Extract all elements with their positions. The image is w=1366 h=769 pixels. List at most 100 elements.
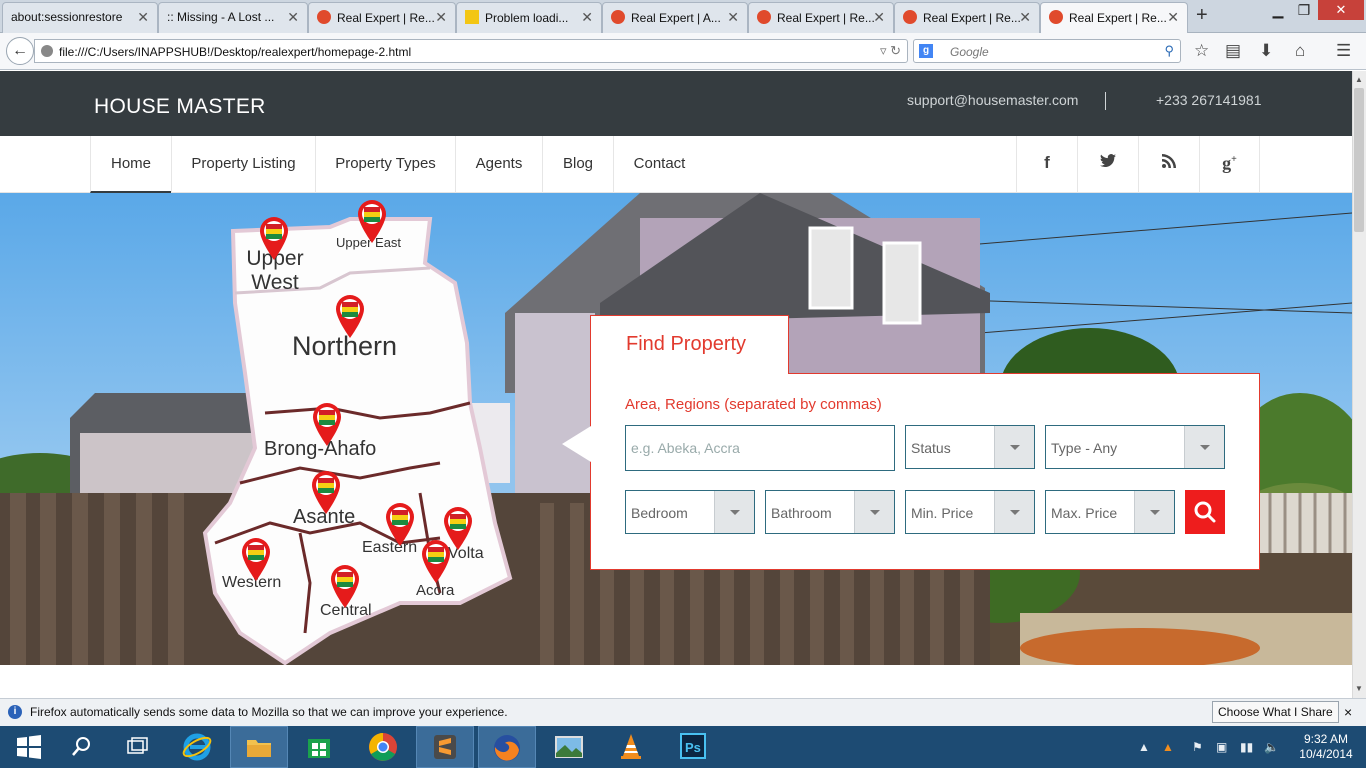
menu-icon[interactable]: ☰ xyxy=(1336,41,1351,61)
browser-tab[interactable]: Problem loadi... ✕ xyxy=(456,2,602,33)
vlc-tray-icon[interactable]: ▲ xyxy=(1162,740,1174,754)
close-tab-icon[interactable]: ✕ xyxy=(1019,9,1031,26)
tab-title: Problem loadi... xyxy=(485,11,569,25)
max-price-select[interactable]: Max. Price xyxy=(1045,490,1175,534)
close-tab-icon[interactable]: ✕ xyxy=(287,9,299,26)
vlc-icon[interactable] xyxy=(602,726,660,768)
map-pin-icon[interactable] xyxy=(240,536,272,582)
scrollbar-thumb[interactable] xyxy=(1354,88,1364,232)
internet-explorer-icon[interactable] xyxy=(168,726,226,768)
nav-blog[interactable]: Blog xyxy=(542,136,613,193)
minimize-icon[interactable]: ▁ xyxy=(1264,2,1292,19)
nav-property-listing[interactable]: Property Listing xyxy=(171,136,315,193)
flag-icon[interactable]: ⚑ xyxy=(1192,740,1203,754)
scroll-down-icon[interactable]: ▼ xyxy=(1355,684,1363,693)
browser-tab-active[interactable]: Real Expert | Re... ✕ xyxy=(1040,2,1188,34)
bathroom-select[interactable]: Bathroom xyxy=(765,490,895,534)
network-icon[interactable]: ▮▮ xyxy=(1240,740,1253,754)
rss-icon[interactable] xyxy=(1138,136,1199,193)
nav-home[interactable]: Home xyxy=(90,136,171,193)
photos-glyph xyxy=(555,736,583,758)
search-bar[interactable]: g Google ⚲ xyxy=(913,39,1181,63)
restore-icon[interactable]: ❐ xyxy=(1290,2,1318,19)
new-tab-button[interactable]: + xyxy=(1196,4,1208,27)
close-tab-icon[interactable]: ✕ xyxy=(581,9,593,26)
download-icon[interactable]: ⬇ xyxy=(1259,41,1273,61)
close-tab-icon[interactable]: ✕ xyxy=(435,9,447,26)
chevron-down-icon[interactable] xyxy=(994,491,1034,533)
type-select[interactable]: Type - Any xyxy=(1045,425,1225,469)
search-icon[interactable] xyxy=(52,726,110,768)
system-clock[interactable]: 9:32 AM 10/4/2014 xyxy=(1296,732,1356,762)
min-price-select[interactable]: Min. Price xyxy=(905,490,1035,534)
search-icon[interactable]: ⚲ xyxy=(1164,43,1174,59)
home-icon[interactable]: ⌂ xyxy=(1295,41,1305,61)
main-navigation: Home Property Listing Property Types Age… xyxy=(0,136,1352,193)
back-button[interactable]: ← xyxy=(6,37,34,65)
scroll-up-icon[interactable]: ▲ xyxy=(1355,75,1363,84)
bookmark-star-icon[interactable]: ☆ xyxy=(1194,41,1209,61)
browser-tab[interactable]: Real Expert | Re... ✕ xyxy=(308,2,456,33)
device-icon[interactable]: ▣ xyxy=(1216,740,1227,754)
map-pin-icon[interactable] xyxy=(310,469,342,515)
browser-tab[interactable]: :: Missing - A Lost ... ✕ xyxy=(158,2,308,33)
close-tab-icon[interactable]: ✕ xyxy=(1167,9,1179,26)
volume-icon[interactable]: 🔈 xyxy=(1264,740,1279,754)
browser-tab[interactable]: Real Expert | A... ✕ xyxy=(602,2,748,33)
find-property-tab[interactable]: Find Property xyxy=(590,315,789,374)
sublime-text-icon[interactable] xyxy=(416,726,474,768)
reload-icon[interactable]: ▿ ↻ xyxy=(880,43,901,59)
area-label: Area, Regions (separated by commas) xyxy=(625,396,882,413)
area-input[interactable] xyxy=(625,425,895,471)
map-pin-icon[interactable] xyxy=(258,215,290,261)
map-pin-icon[interactable] xyxy=(356,198,388,244)
map-pin-icon[interactable] xyxy=(329,563,361,609)
close-tab-icon[interactable]: ✕ xyxy=(137,9,149,26)
firefox-icon[interactable] xyxy=(478,726,536,768)
close-tab-icon[interactable]: ✕ xyxy=(873,9,885,26)
chevron-down-icon[interactable] xyxy=(994,426,1034,468)
url-bar[interactable]: file:///C:/Users/INAPPSHUB!/Desktop/real… xyxy=(34,39,908,63)
photoshop-icon[interactable]: Ps xyxy=(664,726,722,768)
twitter-icon[interactable] xyxy=(1077,136,1138,193)
map-pin-icon[interactable] xyxy=(384,501,416,547)
chrome-icon[interactable] xyxy=(354,726,412,768)
google-icon[interactable]: g xyxy=(919,44,933,58)
status-select[interactable]: Status xyxy=(905,425,1035,469)
chevron-down-icon[interactable] xyxy=(714,491,754,533)
windows-start-icon[interactable] xyxy=(0,726,58,768)
browser-tab[interactable]: about:sessionrestore ✕ xyxy=(2,2,158,33)
search-button[interactable] xyxy=(1185,490,1225,534)
search-icon xyxy=(1194,501,1216,523)
map-pin-icon[interactable] xyxy=(311,401,343,447)
chevron-down-icon[interactable] xyxy=(854,491,894,533)
contact-email[interactable]: support@housemaster.com xyxy=(907,92,1078,108)
file-explorer-icon[interactable] xyxy=(230,726,288,768)
choose-what-i-share-button[interactable]: Choose What I Share xyxy=(1212,701,1339,723)
browser-tab[interactable]: Real Expert | Re... ✕ xyxy=(894,2,1040,33)
show-hidden-icons-icon[interactable]: ▲ xyxy=(1138,740,1150,754)
bookmarks-list-icon[interactable]: ▤ xyxy=(1225,41,1241,61)
close-tab-icon[interactable]: ✕ xyxy=(727,9,739,26)
nav-agents[interactable]: Agents xyxy=(455,136,542,193)
facebook-icon[interactable]: f xyxy=(1016,136,1077,193)
close-icon[interactable]: × xyxy=(1344,704,1352,720)
site-logo[interactable]: HOUSE MASTER xyxy=(94,95,266,119)
task-view-icon[interactable] xyxy=(108,726,166,768)
map-pin-icon[interactable] xyxy=(420,538,452,584)
tab-title: Real Expert | Re... xyxy=(777,11,875,25)
store-icon[interactable] xyxy=(290,726,348,768)
site-header: HOUSE MASTER support@housemaster.com +23… xyxy=(0,71,1352,136)
bedroom-select[interactable]: Bedroom xyxy=(625,490,755,534)
magnifier-glyph xyxy=(72,737,90,756)
browser-tab[interactable]: Real Expert | Re... ✕ xyxy=(748,2,894,33)
chevron-down-icon[interactable] xyxy=(1134,491,1174,533)
nav-contact[interactable]: Contact xyxy=(613,136,705,193)
window-close-icon[interactable]: ✕ xyxy=(1318,0,1364,20)
warning-icon xyxy=(465,10,479,24)
google-plus-icon[interactable]: g+ xyxy=(1199,136,1260,193)
photos-icon[interactable] xyxy=(540,726,598,768)
nav-property-types[interactable]: Property Types xyxy=(315,136,455,193)
map-pin-icon[interactable] xyxy=(334,293,366,339)
chevron-down-icon[interactable] xyxy=(1184,426,1224,468)
